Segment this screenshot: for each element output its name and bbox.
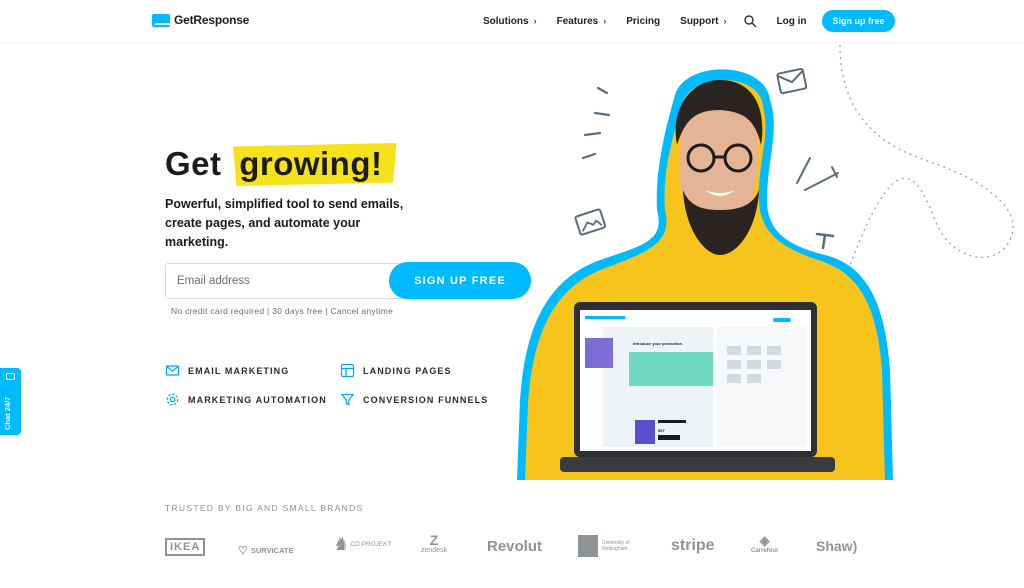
- gear-icon: [166, 393, 179, 406]
- funnel-icon: [341, 393, 354, 406]
- brand-carrefour: ◈ Carrefour: [751, 533, 779, 555]
- feature-label: LANDING PAGES: [363, 365, 452, 376]
- chevron-right-icon: ›: [533, 16, 537, 26]
- brand-cd-projekt: ♞ CD PROJEKT: [332, 534, 391, 555]
- signup-note: No credit card required | 30 days free |…: [171, 306, 394, 316]
- nav-item-pricing[interactable]: Pricing: [626, 16, 660, 27]
- pencil-doodle-icon: [796, 157, 839, 191]
- email-input[interactable]: [166, 264, 414, 298]
- brand-zendesk: Z zendesk: [421, 532, 448, 554]
- brand-logos: IKEA ♡ SURVICATE ♞ CD PROJEKT Z zendesk …: [165, 532, 865, 564]
- nav-item-support[interactable]: Support ›: [680, 16, 726, 27]
- nav-item-label: Features: [556, 15, 599, 27]
- cd-projekt-logo-icon: ♞: [332, 534, 349, 554]
- chevron-right-icon: ›: [603, 16, 607, 26]
- logo-text: GetResponse: [174, 13, 250, 27]
- nav-item-solutions[interactable]: Solutions ›: [483, 16, 537, 27]
- chevron-right-icon: ›: [723, 16, 727, 26]
- chat-bubble-icon: [6, 373, 15, 380]
- carrefour-logo-icon: ◈: [759, 533, 770, 548]
- brand-label: CD PROJEKT: [350, 541, 392, 548]
- image-doodle-icon: [574, 208, 607, 236]
- feature-label: MARKETING AUTOMATION: [188, 394, 327, 405]
- envelope-icon: [165, 365, 180, 376]
- login-link[interactable]: Log in: [776, 16, 806, 27]
- main-nav: Solutions › Features › Pricing Support ›…: [483, 0, 895, 42]
- burst-lines-decoration: [581, 86, 611, 160]
- trusted-heading: TRUSTED BY BIG AND SMALL BRANDS: [165, 503, 364, 513]
- hero-illustration: Introduce your promotion $97: [517, 44, 1014, 481]
- text-tool-doodle-icon: [815, 232, 835, 250]
- nav-item-label: Support: [680, 15, 719, 27]
- nav-item-label: Solutions: [483, 15, 529, 27]
- search-icon[interactable]: [743, 14, 757, 28]
- hero-title-highlight: growing!: [233, 143, 397, 186]
- brand-stripe: stripe: [671, 537, 715, 554]
- nottingham-crest-icon: [578, 535, 598, 557]
- heart-check-icon: ♡: [238, 545, 248, 557]
- laptop-mockup: Introduce your promotion $97: [560, 302, 835, 472]
- layout-icon: [340, 363, 355, 378]
- brand-nottingham: University of Nottingham: [578, 535, 638, 557]
- nav-item-label: Pricing: [626, 15, 661, 27]
- site-header: GetResponse Solutions › Features › Prici…: [0, 0, 1024, 42]
- brand-revolut: Revolut: [487, 538, 543, 555]
- header-signup-button[interactable]: Sign up free: [822, 10, 895, 32]
- hero-subtitle: Powerful, simplified tool to send emails…: [165, 197, 404, 249]
- chat-label: Chat 24/7: [3, 396, 12, 430]
- feature-conversion-funnels[interactable]: CONVERSION FUNNELS: [340, 392, 488, 407]
- brand-label: University of Nottingham: [602, 540, 630, 552]
- brand-label: SURVICATE: [250, 546, 294, 555]
- nav-item-features[interactable]: Features ›: [557, 16, 607, 27]
- logo[interactable]: GetResponse: [152, 13, 249, 27]
- envelope-logo-icon: [152, 13, 170, 27]
- laptop-headline: Introduce your promotion: [633, 341, 682, 346]
- feature-landing-pages[interactable]: LANDING PAGES: [340, 363, 452, 378]
- zendesk-logo-icon: Z: [429, 532, 439, 548]
- envelope-doodle-icon: [776, 67, 808, 95]
- chat-button[interactable]: Chat 24/7: [0, 368, 21, 435]
- brand-shaw: Shaw): [816, 538, 858, 554]
- feature-email-marketing[interactable]: EMAIL MARKETING: [165, 363, 289, 378]
- hero-title: Get growing!: [165, 143, 397, 186]
- brand-survicate: ♡ SURVICATE: [238, 544, 294, 557]
- hero-title-plain: Get: [165, 145, 222, 182]
- feature-marketing-automation[interactable]: MARKETING AUTOMATION: [165, 392, 327, 407]
- laptop-price: $97: [658, 428, 665, 433]
- feature-label: EMAIL MARKETING: [188, 365, 290, 376]
- email-field-wrapper: [165, 263, 415, 299]
- brand-label: zendesk: [421, 547, 448, 554]
- feature-label: CONVERSION FUNNELS: [363, 394, 489, 405]
- brand-ikea: IKEA: [165, 538, 206, 556]
- brand-label: Carrefour: [751, 548, 779, 554]
